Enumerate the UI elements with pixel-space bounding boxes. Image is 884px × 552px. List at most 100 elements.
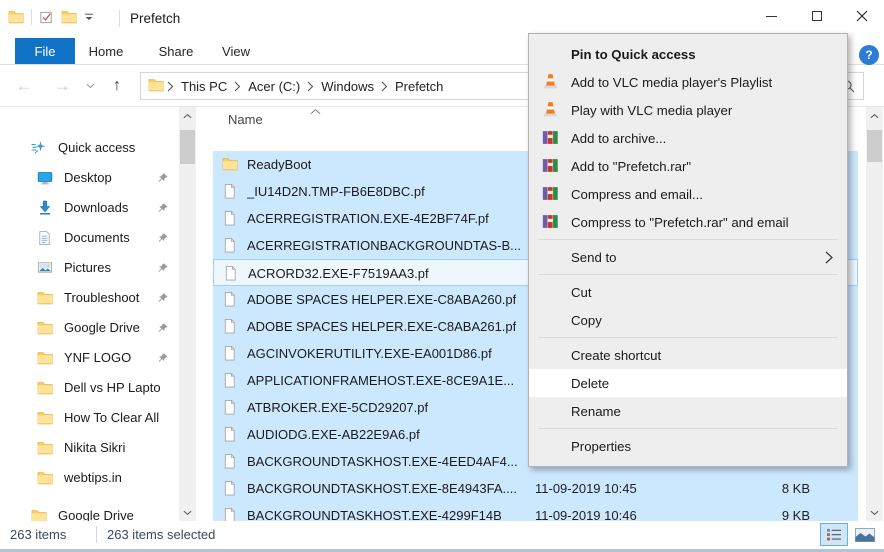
menu-item-properties[interactable]: Properties bbox=[529, 432, 847, 460]
chevron-right-icon[interactable] bbox=[378, 81, 391, 92]
file-icon bbox=[222, 399, 237, 418]
selected-count: 263 items selected bbox=[107, 527, 215, 542]
sidebar-item-desktop[interactable]: Desktop bbox=[0, 163, 178, 193]
sidebar-scrollbar[interactable] bbox=[179, 107, 196, 521]
file-icon bbox=[222, 237, 237, 256]
sidebar-item-pictures[interactable]: Pictures bbox=[0, 253, 178, 283]
breadcrumb-item[interactable]: Acer (C:) bbox=[244, 79, 304, 94]
breadcrumb-item[interactable]: Prefetch bbox=[391, 79, 447, 94]
file-name: AGCINVOKERUTILITY.EXE-EA001D86.pf bbox=[247, 346, 492, 361]
sidebar-item-webtips-in[interactable]: webtips.in bbox=[0, 463, 178, 493]
maximize-button[interactable] bbox=[794, 0, 839, 32]
scrollbar-thumb[interactable] bbox=[867, 130, 882, 162]
sidebar-item-ynf-logo[interactable]: YNF LOGO bbox=[0, 343, 178, 373]
file-icon bbox=[222, 183, 237, 202]
file-name: ReadyBoot bbox=[247, 157, 311, 172]
back-button[interactable]: ← bbox=[10, 65, 38, 107]
menu-item-label: Properties bbox=[571, 439, 631, 454]
pin-icon bbox=[157, 232, 169, 247]
chevron-right-icon[interactable] bbox=[164, 81, 177, 92]
file-icon bbox=[222, 426, 237, 445]
details-view-button[interactable] bbox=[820, 523, 848, 546]
sidebar-item-google-drive[interactable]: Google Drive bbox=[0, 501, 178, 521]
menu-item-rename[interactable]: Rename bbox=[529, 397, 847, 425]
sidebar-item-label: Nikita Sikri bbox=[64, 440, 125, 455]
file-name: ACERREGISTRATION.EXE-4E2BF74F.pf bbox=[247, 211, 489, 226]
scroll-up-icon[interactable] bbox=[179, 107, 196, 124]
details-view-icon bbox=[826, 528, 843, 541]
file-name: APPLICATIONFRAMEHOST.EXE-8CE9A1E... bbox=[247, 373, 514, 388]
thumbnail-view-button[interactable] bbox=[851, 523, 879, 546]
menu-item-create-shortcut[interactable]: Create shortcut bbox=[529, 341, 847, 369]
menu-item-add-to-vlc-media-player-s-playlist[interactable]: Add to VLC media player's Playlist bbox=[529, 68, 847, 96]
qat-customize-icon[interactable] bbox=[84, 13, 94, 22]
window-title: Prefetch bbox=[130, 11, 180, 26]
menu-item-compress-and-email[interactable]: Compress and email... bbox=[529, 180, 847, 208]
breadcrumb-item[interactable]: Windows bbox=[317, 79, 378, 94]
sidebar-item-label: Google Drive bbox=[58, 508, 134, 521]
tab-home[interactable]: Home bbox=[80, 38, 132, 64]
checkbox-icon[interactable] bbox=[39, 10, 54, 25]
pictures-icon bbox=[37, 260, 53, 278]
chevron-right-icon[interactable] bbox=[304, 81, 317, 92]
file-name: AUDIODG.EXE-AB22E9A6.pf bbox=[247, 427, 420, 442]
folder-icon bbox=[148, 77, 164, 96]
chevron-right-icon[interactable] bbox=[231, 81, 244, 92]
menu-item-delete[interactable]: Delete bbox=[529, 369, 847, 397]
menu-item-label: Delete bbox=[571, 376, 609, 391]
menu-item-send-to[interactable]: Send to bbox=[529, 243, 847, 271]
menu-item-compress-to-prefetch-rar-and-email[interactable]: Compress to "Prefetch.rar" and email bbox=[529, 208, 847, 236]
sidebar-item-nikita-sikri[interactable]: Nikita Sikri bbox=[0, 433, 178, 463]
scroll-down-icon[interactable] bbox=[179, 504, 196, 521]
forward-button[interactable]: → bbox=[48, 65, 76, 107]
sidebar-item-downloads[interactable]: Downloads bbox=[0, 193, 178, 223]
divider bbox=[31, 9, 32, 25]
items-count: 263 items bbox=[10, 527, 66, 542]
menu-item-label: Play with VLC media player bbox=[571, 103, 732, 118]
scroll-down-icon[interactable] bbox=[866, 504, 883, 521]
minimize-button[interactable] bbox=[749, 0, 794, 32]
menu-item-add-to-archive[interactable]: Add to archive... bbox=[529, 124, 847, 152]
file-row[interactable]: BACKGROUNDTASKHOST.EXE-8E4943FA....11-09… bbox=[213, 475, 858, 502]
file-icon bbox=[222, 453, 237, 472]
folder-icon bbox=[37, 380, 53, 399]
sidebar-item-google-drive[interactable]: Google Drive bbox=[0, 313, 178, 343]
pin-icon bbox=[157, 352, 169, 367]
sidebar-item-dell-vs-hp-lapto[interactable]: Dell vs HP Lapto bbox=[0, 373, 178, 403]
sidebar-item-quick-access[interactable]: Quick access bbox=[0, 133, 178, 163]
menu-item-pin-to-quick-access[interactable]: Pin to Quick access bbox=[529, 40, 847, 68]
sidebar-item-troubleshoot[interactable]: Troubleshoot bbox=[0, 283, 178, 313]
breadcrumb-item[interactable]: This PC bbox=[177, 79, 231, 94]
file-name: ADOBE SPACES HELPER.EXE-C8ABA260.pf bbox=[247, 292, 516, 307]
menu-item-label: Send to bbox=[571, 250, 616, 265]
recent-locations-dropdown[interactable] bbox=[82, 65, 98, 107]
help-button[interactable]: ? bbox=[859, 45, 879, 65]
sidebar-item-documents[interactable]: Documents bbox=[0, 223, 178, 253]
folder-icon bbox=[37, 410, 53, 429]
sidebar-item-label: Pictures bbox=[64, 260, 111, 275]
menu-item-copy[interactable]: Copy bbox=[529, 306, 847, 334]
menu-item-cut[interactable]: Cut bbox=[529, 278, 847, 306]
tab-share[interactable]: Share bbox=[150, 38, 202, 64]
scrollbar-thumb[interactable] bbox=[180, 130, 195, 164]
sidebar-item-how-to-clear-all[interactable]: How To Clear All bbox=[0, 403, 178, 433]
column-header-name[interactable]: Name bbox=[228, 112, 263, 127]
close-button[interactable] bbox=[839, 0, 884, 32]
tab-view[interactable]: View bbox=[212, 38, 260, 64]
folder-icon[interactable] bbox=[8, 9, 24, 25]
desktop-icon bbox=[37, 170, 53, 189]
menu-item-play-with-vlc-media-player[interactable]: Play with VLC media player bbox=[529, 96, 847, 124]
scroll-up-icon[interactable] bbox=[866, 107, 883, 124]
file-icon bbox=[222, 210, 237, 229]
file-row[interactable]: BACKGROUNDTASKHOST.EXE-4299F14B11-09-201… bbox=[213, 502, 858, 521]
folder-icon[interactable] bbox=[61, 9, 77, 25]
sort-ascending-icon[interactable] bbox=[310, 103, 321, 118]
menu-item-label: Rename bbox=[571, 404, 621, 419]
pin-icon bbox=[157, 172, 169, 187]
up-button[interactable]: ↑ bbox=[104, 65, 130, 107]
documents-icon bbox=[37, 230, 52, 249]
tab-file[interactable]: File bbox=[15, 38, 75, 64]
menu-item-add-to-prefetch-rar[interactable]: Add to "Prefetch.rar" bbox=[529, 152, 847, 180]
file-icon bbox=[222, 291, 237, 310]
list-scrollbar[interactable] bbox=[866, 107, 883, 521]
